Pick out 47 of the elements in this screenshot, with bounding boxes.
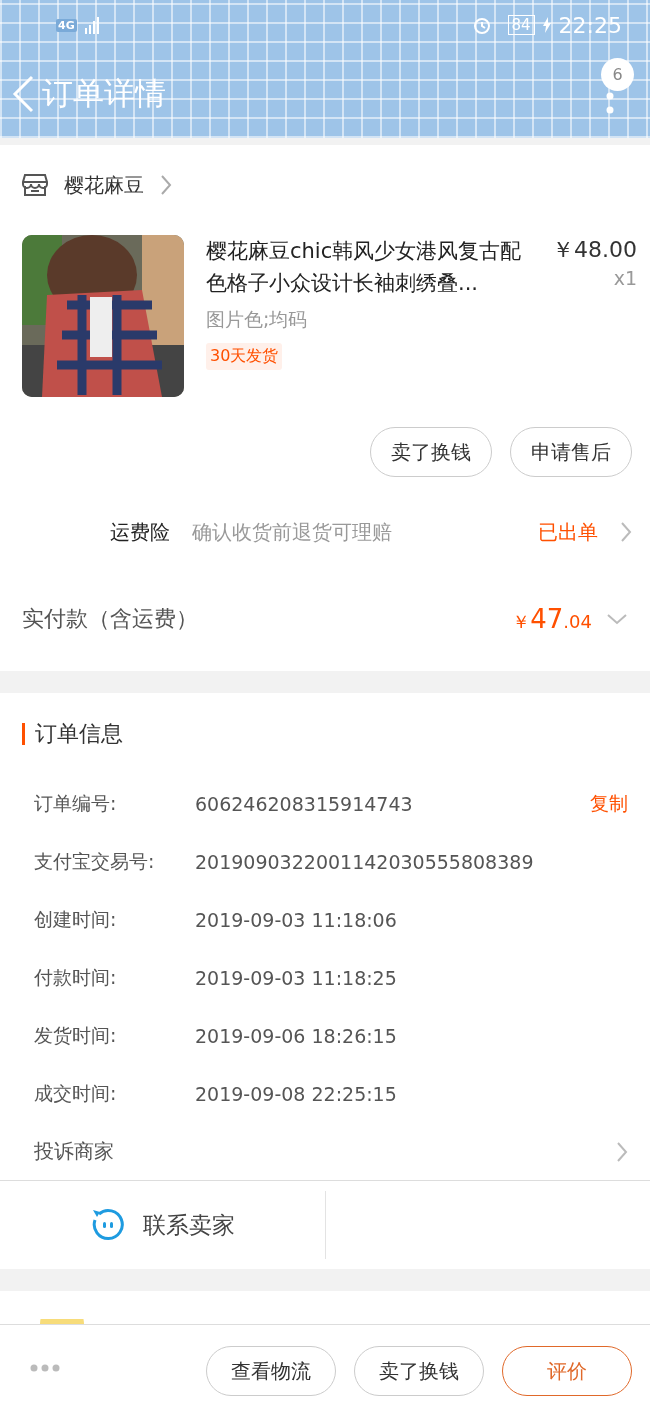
item-action-button[interactable]: 申请售后 [510, 427, 632, 477]
info-label: 成交时间: [34, 1081, 118, 1106]
item-action-button[interactable]: 卖了换钱 [370, 427, 492, 477]
bottom-action-button[interactable]: 查看物流 [206, 1346, 336, 1396]
chevron-right-icon [620, 521, 632, 543]
info-label: 支付宝交易号: [34, 849, 156, 874]
insurance-description: 确认收货前退货可理赔 [192, 519, 393, 546]
more-icon[interactable] [606, 92, 614, 114]
info-label: 付款时间: [34, 965, 118, 990]
complaint-link[interactable]: 投诉商家 [34, 1138, 114, 1165]
info-value: 2019-09-08 22:25:15 [195, 1083, 397, 1105]
shipping-tag: 30天发货 [206, 343, 283, 370]
product-title[interactable]: 樱花麻豆chic韩风少女港风复古配色格子小众设计长袖刺绣叠... [206, 235, 536, 299]
section-title: 订单信息 [35, 720, 123, 748]
chat-face-icon [90, 1208, 125, 1242]
network-label: 4G [56, 18, 77, 32]
alarm-icon [471, 15, 492, 35]
page-title: 订单详情 [42, 74, 166, 113]
info-value: 2019-09-03 11:18:06 [195, 909, 397, 931]
store-icon [22, 173, 48, 197]
info-label: 订单编号: [34, 791, 118, 816]
insurance-label: 运费险 [110, 518, 170, 546]
info-label: 创建时间: [34, 907, 118, 932]
back-icon[interactable] [12, 75, 34, 113]
charging-icon [542, 17, 551, 33]
signal-icon [84, 16, 101, 34]
product-price: ￥48.00 [552, 236, 637, 264]
store-name[interactable]: 樱花麻豆 [64, 171, 144, 199]
bottom-action-button[interactable]: 卖了换钱 [354, 1346, 484, 1396]
info-label: 发货时间: [34, 1023, 118, 1048]
info-value: 606246208315914743 [195, 793, 413, 815]
battery-level: 84 [507, 15, 535, 35]
chevron-right-icon [616, 1140, 628, 1163]
product-quantity: x1 [613, 267, 637, 289]
contact-seller-button[interactable]: 联系卖家 [0, 1191, 326, 1259]
chevron-right-icon [160, 174, 172, 196]
clock-time: 22:25 [558, 12, 622, 38]
total-label: 实付款（含运费） [22, 605, 198, 633]
section-marker [22, 723, 25, 745]
info-value: 2019-09-06 18:26:15 [195, 1025, 397, 1047]
product-spec: 图片色;均码 [206, 307, 309, 332]
total-amount: ￥47.04 [512, 604, 592, 634]
message-count-badge: 6 [601, 58, 634, 91]
more-options-button[interactable] [28, 1362, 62, 1374]
info-value: 2019-09-03 11:18:25 [195, 967, 397, 989]
chevron-down-icon[interactable] [606, 613, 628, 625]
info-value: 2019090322001142030555808389 [195, 851, 534, 873]
